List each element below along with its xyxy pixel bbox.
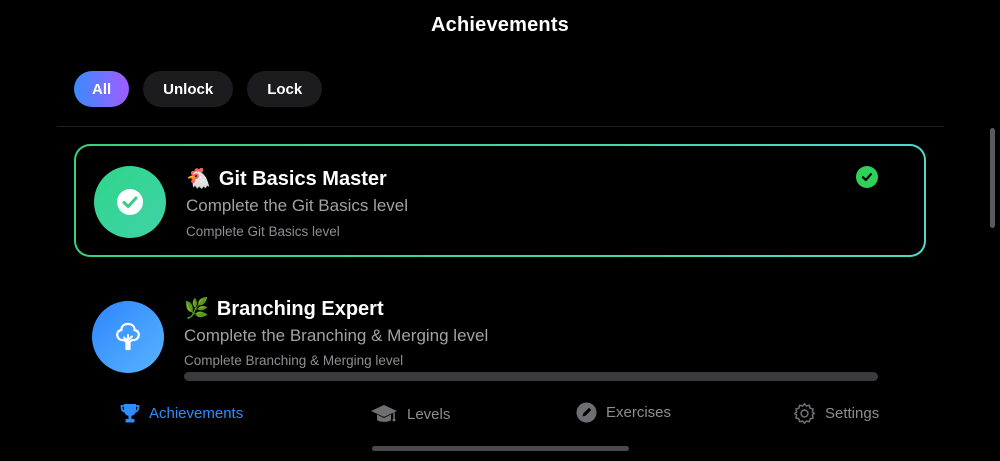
tab-label: Achievements: [149, 404, 244, 422]
page-title: Achievements: [430, 14, 569, 36]
tab-bar: Achievements Levels Exercises Settings: [0, 402, 1000, 432]
achievement-list: 🐔 Git Basics Master Complete the Git Basi…: [74, 144, 926, 384]
tab-achievements[interactable]: Achievements: [120, 402, 243, 424]
filter-all-chip[interactable]: All: [74, 71, 130, 107]
checkmark-circle-icon: [117, 189, 143, 215]
unlocked-check-icon: [856, 166, 878, 188]
home-indicator: [372, 446, 629, 451]
header-divider: [57, 126, 944, 127]
pencil-icon: [576, 402, 597, 423]
achievement-badge: [94, 166, 166, 238]
achievement-description: Complete the Branching & Merging level: [184, 326, 489, 345]
filter-lock-chip[interactable]: Lock: [247, 71, 323, 107]
achievement-progress-bar: [184, 372, 878, 381]
achievement-card-git-basics[interactable]: 🐔 Git Basics Master Complete the Git Basi…: [74, 144, 926, 257]
filter-chips: All Unlock Lock: [74, 71, 323, 107]
tab-label: Settings: [825, 405, 880, 422]
filter-unlock-chip[interactable]: Unlock: [143, 71, 234, 107]
tree-icon: [116, 322, 140, 351]
achievement-badge: [92, 301, 164, 373]
achievement-title-text: Branching Expert: [216, 298, 384, 320]
tab-label: Levels: [407, 405, 451, 423]
achievement-requirement: Complete Git Basics level: [186, 224, 340, 239]
achievement-description: Complete the Git Basics level: [186, 196, 409, 215]
achievement-requirement: Complete Branching & Merging level: [184, 353, 404, 368]
achievement-card-branching[interactable]: 🌿 Branching Expert Complete the Branching…: [74, 274, 926, 384]
gear-icon: [793, 402, 816, 425]
scrollbar[interactable]: [990, 128, 995, 228]
tab-settings[interactable]: Settings: [793, 402, 879, 425]
tab-exercises[interactable]: Exercises: [576, 402, 671, 423]
herb-emoji-icon: 🌿: [184, 298, 209, 320]
chicken-emoji-icon: 🐔: [186, 168, 211, 190]
achievement-title-text: Git Basics Master: [218, 168, 387, 190]
tab-levels[interactable]: Levels: [370, 402, 450, 426]
trophy-icon: [120, 404, 140, 423]
achievement-title: 🐔 Git Basics Master: [186, 166, 387, 191]
tab-label: Exercises: [606, 404, 672, 421]
graduation-cap-icon: [371, 405, 397, 422]
achievement-title: 🌿 Branching Expert: [184, 296, 384, 321]
